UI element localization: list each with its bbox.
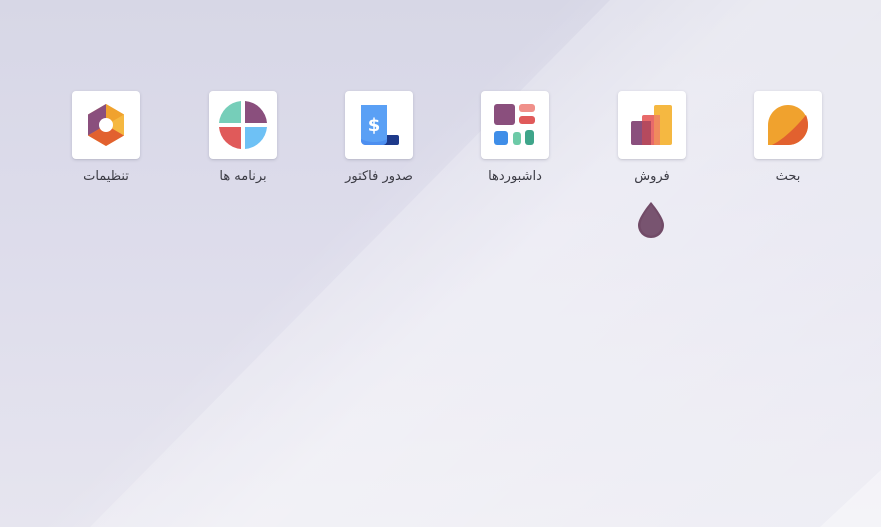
app-discuss-tile[interactable] xyxy=(754,91,822,159)
app-dashboards-label: داشبوردها xyxy=(488,169,542,184)
desktop-background xyxy=(0,0,881,527)
app-sales-tile[interactable] xyxy=(618,91,686,159)
app-invoicing[interactable]: $ صدور فاکتور xyxy=(319,91,439,184)
app-apps-label: برنامه ها xyxy=(219,169,267,184)
app-dashboards[interactable]: داشبوردها xyxy=(455,91,575,184)
app-grid: بحث فروش داشبوردها $ صدور فاکتور برنامه … xyxy=(0,91,881,211)
dashboards-icon xyxy=(494,104,535,145)
apps-icon xyxy=(219,101,267,149)
brand-drop-icon xyxy=(638,202,664,238)
app-sales-label: فروش xyxy=(634,169,670,184)
app-invoicing-label: صدور فاکتور xyxy=(345,169,413,184)
app-apps-tile[interactable] xyxy=(209,91,277,159)
settings-icon xyxy=(88,104,124,146)
app-settings-label: تنظیمات xyxy=(83,169,129,184)
app-settings[interactable]: تنظیمات xyxy=(46,91,166,184)
app-settings-tile[interactable] xyxy=(72,91,140,159)
app-apps[interactable]: برنامه ها xyxy=(183,91,303,184)
dollar-symbol: $ xyxy=(368,115,381,136)
app-discuss[interactable]: بحث xyxy=(728,91,848,184)
app-discuss-label: بحث xyxy=(775,169,801,184)
discuss-icon xyxy=(768,105,808,145)
invoicing-icon: $ xyxy=(361,105,399,145)
sales-icon xyxy=(631,105,672,145)
app-sales[interactable]: فروش xyxy=(592,91,712,184)
app-dashboards-tile[interactable] xyxy=(481,91,549,159)
app-invoicing-tile[interactable]: $ xyxy=(345,91,413,159)
